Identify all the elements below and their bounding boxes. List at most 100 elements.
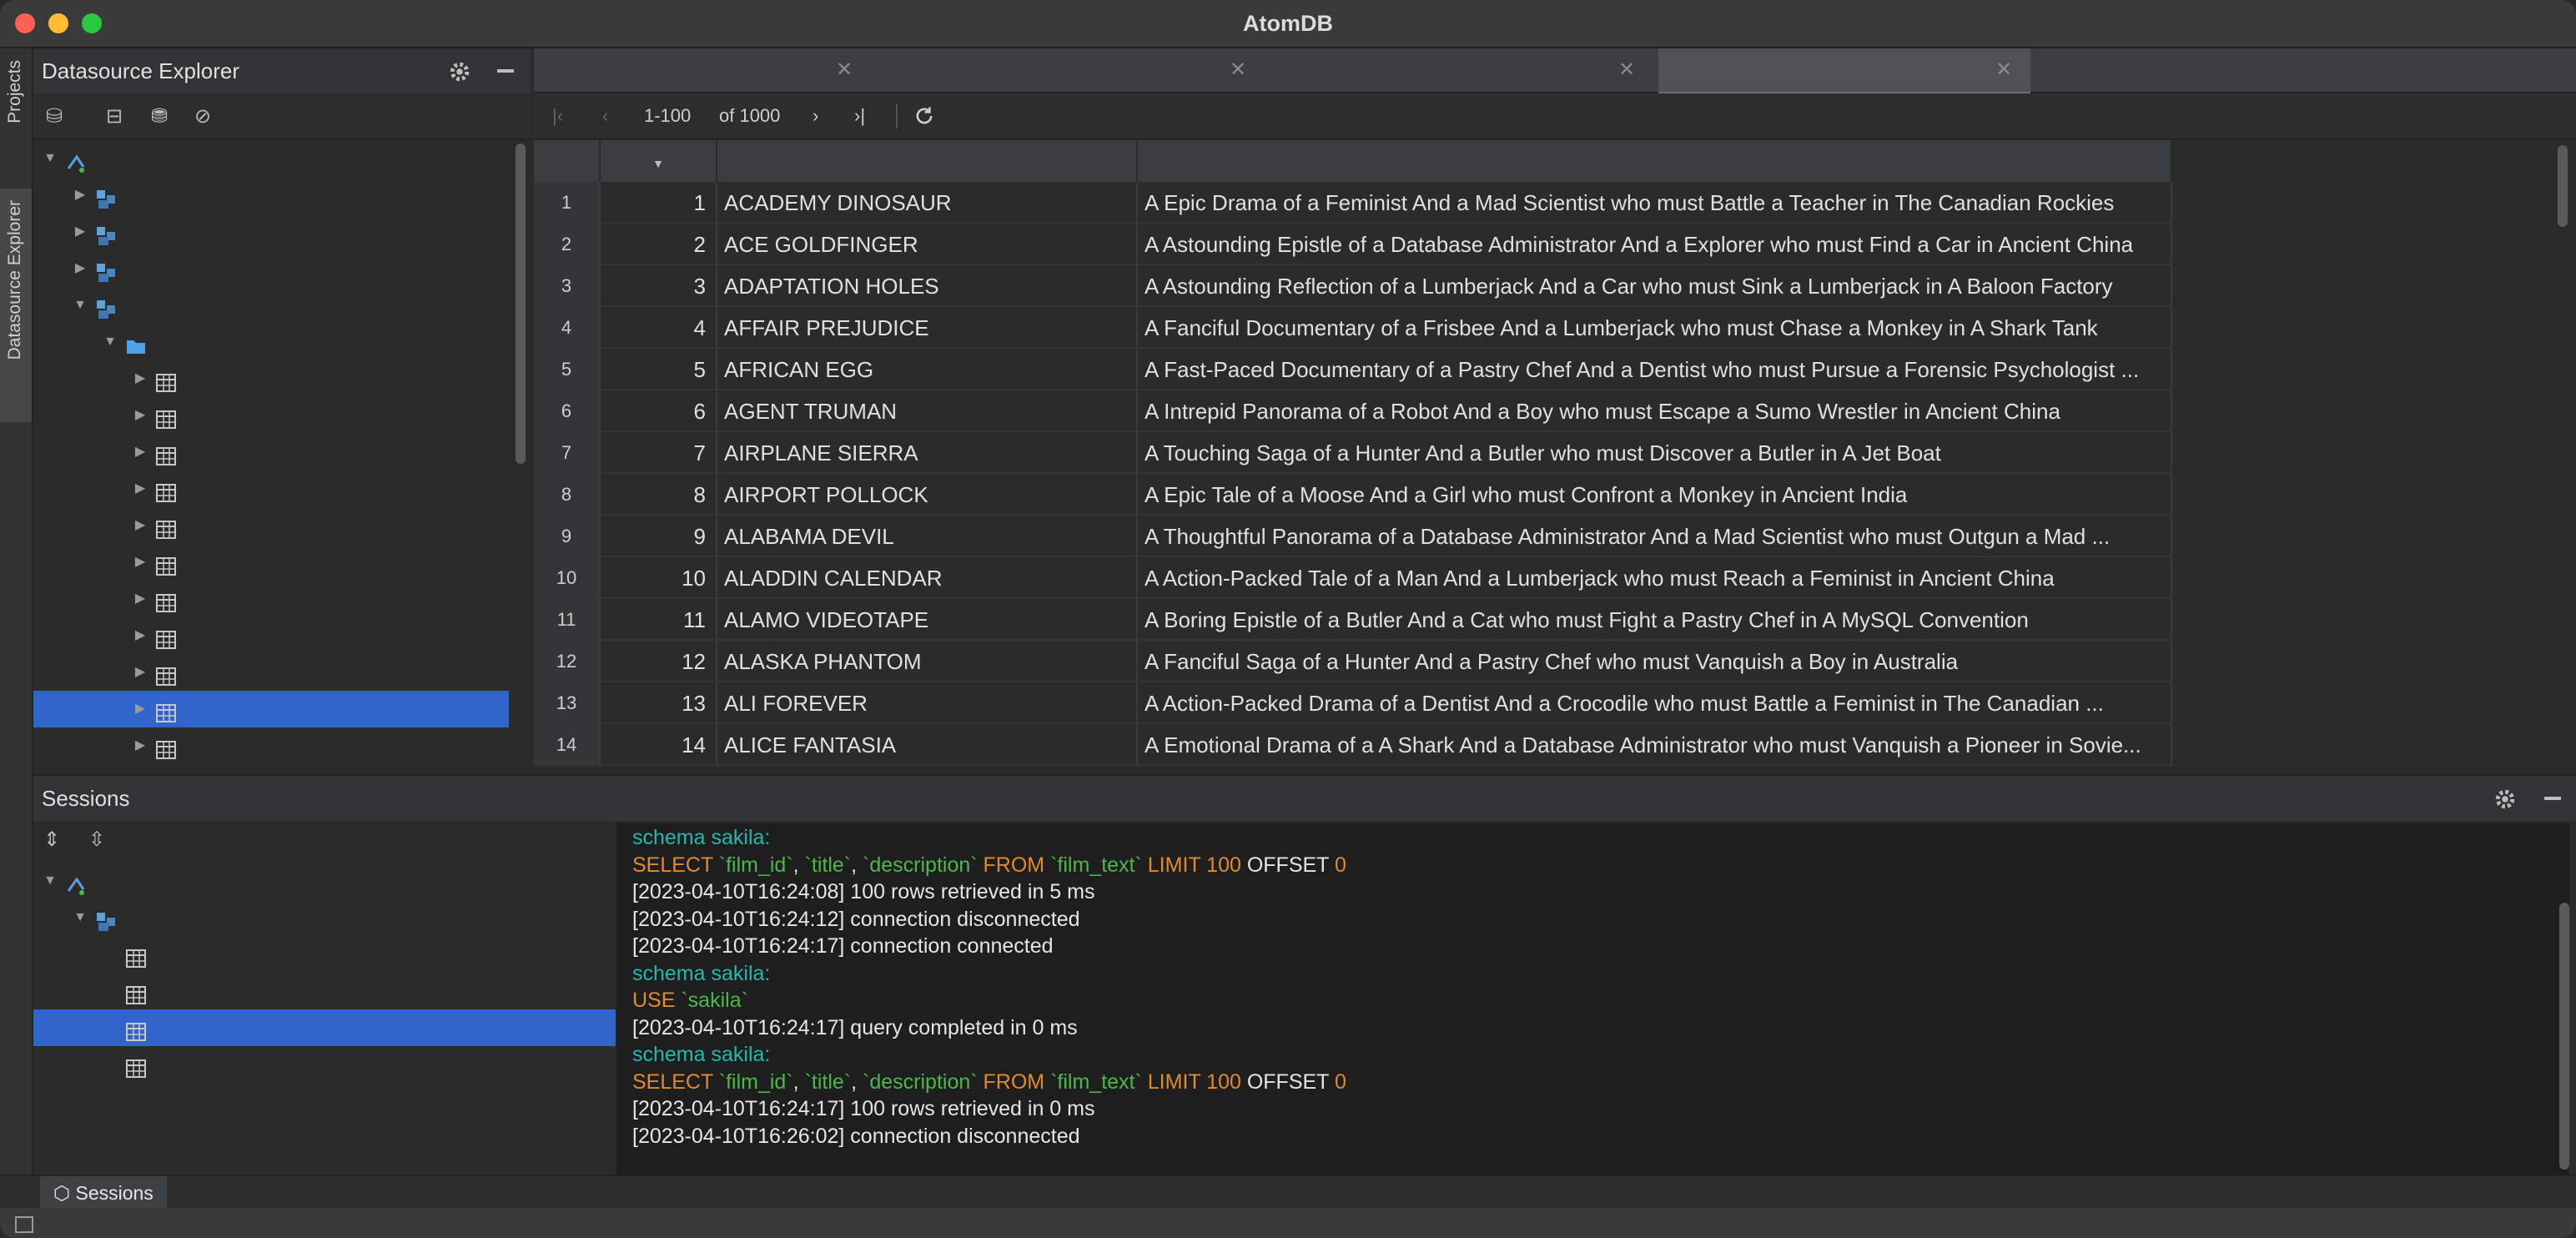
expand-arrow-icon[interactable]: ▼ — [42, 863, 58, 899]
table-row[interactable]: 6 6 AGENT TRUMAN A Intrepid Panorama of a R… — [534, 390, 2569, 432]
expand-arrow-icon[interactable]: ▶ — [72, 177, 88, 214]
table-cell[interactable]: 3 — [601, 265, 717, 307]
layout-toggle-icon[interactable] — [15, 1216, 33, 1233]
table-cell[interactable]: A Astounding Epistle of a Database Admin… — [1138, 224, 2172, 265]
tree-item-address[interactable]: ▶ — [33, 397, 509, 434]
table-cell[interactable]: A Boring Epistle of a Butler And a Cat w… — [1138, 599, 2172, 641]
table-cell[interactable]: A Fanciful Documentary of a Frisbee And … — [1138, 307, 2172, 349]
table-cell[interactable]: ADAPTATION HOLES — [717, 265, 1138, 307]
tree-item-sakila[interactable]: ▼ — [33, 287, 509, 324]
table-row[interactable]: 2 2 ACE GOLDFINGER A Astounding Epistle of … — [534, 224, 2569, 265]
session-item-film[interactable] — [33, 973, 616, 1009]
expand-arrow-icon[interactable]: ▶ — [132, 397, 148, 434]
expand-arrow-icon[interactable]: ▼ — [72, 287, 88, 324]
table-cell[interactable]: A Epic Drama of a Feminist And a Mad Sci… — [1138, 182, 2172, 224]
tree-item-film-actor[interactable]: ▶ — [33, 617, 509, 654]
table-cell[interactable]: A Astounding Reflection of a Lumberjack … — [1138, 265, 2172, 307]
table-row[interactable]: 5 5 AFRICAN EGG A Fast-Paced Documentary of… — [534, 349, 2569, 390]
table-row[interactable]: 11 11 ALAMO VIDEOTAPE A Boring Epistle of a… — [534, 599, 2569, 641]
table-cell[interactable]: ACADEMY DINOSAUR — [717, 182, 1138, 224]
grid-scrollbar[interactable] — [2558, 145, 2568, 227]
projects-tool-tab[interactable]: Projects — [0, 60, 32, 177]
datasource-explorer-tool-tab[interactable]: Datasource Explorer — [0, 189, 32, 422]
table-cell[interactable]: ALABAMA DEVIL — [717, 516, 1138, 557]
expand-arrow-icon[interactable]: ▶ — [132, 360, 148, 397]
table-cell[interactable]: 9 — [601, 516, 717, 557]
table-cell[interactable]: A Action-Packed Tale of a Man And a Lumb… — [1138, 557, 2172, 599]
close-tab-icon[interactable]: ✕ — [836, 48, 853, 92]
session-item-film-text[interactable] — [33, 1009, 616, 1046]
tree-item-companyoa-localhost[interactable]: ▼ — [33, 140, 509, 177]
table-cell[interactable]: A Intrepid Panorama of a Robot And a Boy… — [1138, 390, 2172, 432]
table-row[interactable]: 8 8 AIRPORT POLLOCK A Epic Tale of a Moose … — [534, 474, 2569, 516]
editor-tab[interactable]: ✕ — [1658, 48, 2030, 95]
table-cell[interactable]: ALI FOREVER — [717, 682, 1138, 724]
table-cell[interactable]: 5 — [601, 349, 717, 390]
table-cell[interactable]: 14 — [601, 724, 717, 766]
expand-arrow-icon[interactable]: ▶ — [132, 727, 148, 764]
database-icon[interactable]: ⛃ — [145, 103, 174, 130]
tree-item-tables[interactable]: ▼ — [33, 324, 509, 360]
expand-arrow-icon[interactable]: ▶ — [72, 214, 88, 250]
gear-icon[interactable] — [2493, 787, 2518, 812]
column-header-title[interactable] — [717, 140, 1138, 182]
disconnect-icon[interactable]: ⊘ — [189, 103, 217, 130]
expand-arrow-icon[interactable]: ▶ — [132, 581, 148, 617]
last-page-icon[interactable]: ›| — [854, 93, 865, 138]
table-cell[interactable]: 13 — [601, 682, 717, 724]
table-cell[interactable]: A Thoughtful Panorama of a Database Admi… — [1138, 516, 2172, 557]
table-cell[interactable]: ALICE FANTASIA — [717, 724, 1138, 766]
tree-item-film-text[interactable]: ▶ — [33, 691, 509, 727]
expand-arrow-icon[interactable]: ▶ — [132, 617, 148, 654]
table-cell[interactable]: A Emotional Drama of a A Shark And a Dat… — [1138, 724, 2172, 766]
table-cell[interactable]: AFFAIR PREJUDICE — [717, 307, 1138, 349]
table-row[interactable]: 7 7 AIRPLANE SIERRA A Touching Saga of a Hu… — [534, 432, 2569, 474]
sessions-bottom-tab[interactable]: ⬡ Sessions — [40, 1176, 167, 1210]
table-row[interactable]: 3 3 ADAPTATION HOLES A Astounding Reflectio… — [534, 265, 2569, 307]
table-row[interactable]: 13 13 ALI FOREVER A Action-Packed Drama of … — [534, 682, 2569, 724]
tree-item-city[interactable]: ▶ — [33, 471, 509, 507]
table-cell[interactable]: 1 — [601, 182, 717, 224]
column-header-film-id[interactable]: ▼ — [601, 140, 717, 182]
expand-arrow-icon[interactable]: ▼ — [102, 324, 118, 360]
session-item-country[interactable] — [33, 936, 616, 973]
tree-item-information-schema[interactable]: ▶ — [33, 177, 509, 214]
session-item-sakila[interactable]: ▼ — [33, 899, 616, 936]
add-datasource-icon[interactable]: ⛁ — [40, 103, 68, 130]
tree-item-film[interactable]: ▶ — [33, 581, 509, 617]
close-tab-icon[interactable]: ✕ — [1230, 48, 1246, 92]
table-cell[interactable]: 8 — [601, 474, 717, 516]
session-item-payment[interactable] — [33, 1046, 616, 1083]
expand-arrow-icon[interactable]: ▼ — [42, 140, 58, 177]
session-item-companyoa-localhost[interactable]: ▼ — [33, 863, 616, 899]
tree-item-country[interactable]: ▶ — [33, 507, 509, 544]
table-cell[interactable]: 12 — [601, 641, 717, 682]
table-cell[interactable]: A Action-Packed Drama of a Dentist And a… — [1138, 682, 2172, 724]
table-cell[interactable]: 10 — [601, 557, 717, 599]
table-cell[interactable]: AIRPLANE SIERRA — [717, 432, 1138, 474]
table-cell[interactable]: A Fanciful Saga of a Hunter And a Pastry… — [1138, 641, 2172, 682]
minimize-panel-icon[interactable] — [2544, 797, 2561, 800]
tree-item-film-category[interactable]: ▶ — [33, 654, 509, 691]
table-cell[interactable]: AFRICAN EGG — [717, 349, 1138, 390]
sort-desc-icon[interactable]: ▼ — [652, 157, 664, 170]
table-cell[interactable]: 4 — [601, 307, 717, 349]
close-tab-icon[interactable]: ✕ — [1995, 48, 2012, 92]
expand-arrow-icon[interactable]: ▶ — [132, 544, 148, 581]
table-row[interactable]: 10 10 ALADDIN CALENDAR A Action-Packed Tale… — [534, 557, 2569, 599]
first-page-icon[interactable]: |‹ — [552, 93, 563, 138]
tree-item-inventory[interactable]: ▶ — [33, 727, 509, 764]
expand-arrow-icon[interactable]: ▶ — [132, 471, 148, 507]
expand-arrow-icon[interactable]: ▶ — [132, 691, 148, 727]
table-row[interactable]: 14 14 ALICE FANTASIA A Emotional Drama of a… — [534, 724, 2569, 766]
editor-tab[interactable]: ✕ — [537, 48, 871, 92]
table-cell[interactable]: ACE GOLDFINGER — [717, 224, 1138, 265]
table-row[interactable]: 1 1 ACADEMY DINOSAUR A Epic Drama of a Femi… — [534, 182, 2569, 224]
log-scrollbar[interactable] — [2559, 903, 2569, 1170]
table-cell[interactable]: ALAMO VIDEOTAPE — [717, 599, 1138, 641]
refresh-icon[interactable] — [913, 104, 936, 128]
table-cell[interactable]: A Fast-Paced Documentary of a Pastry Che… — [1138, 349, 2172, 390]
table-row[interactable]: 4 4 AFFAIR PREJUDICE A Fanciful Documentary… — [534, 307, 2569, 349]
table-row[interactable]: 9 9 ALABAMA DEVIL A Thoughtful Panorama of … — [534, 516, 2569, 557]
explorer-scrollbar[interactable] — [516, 143, 526, 464]
